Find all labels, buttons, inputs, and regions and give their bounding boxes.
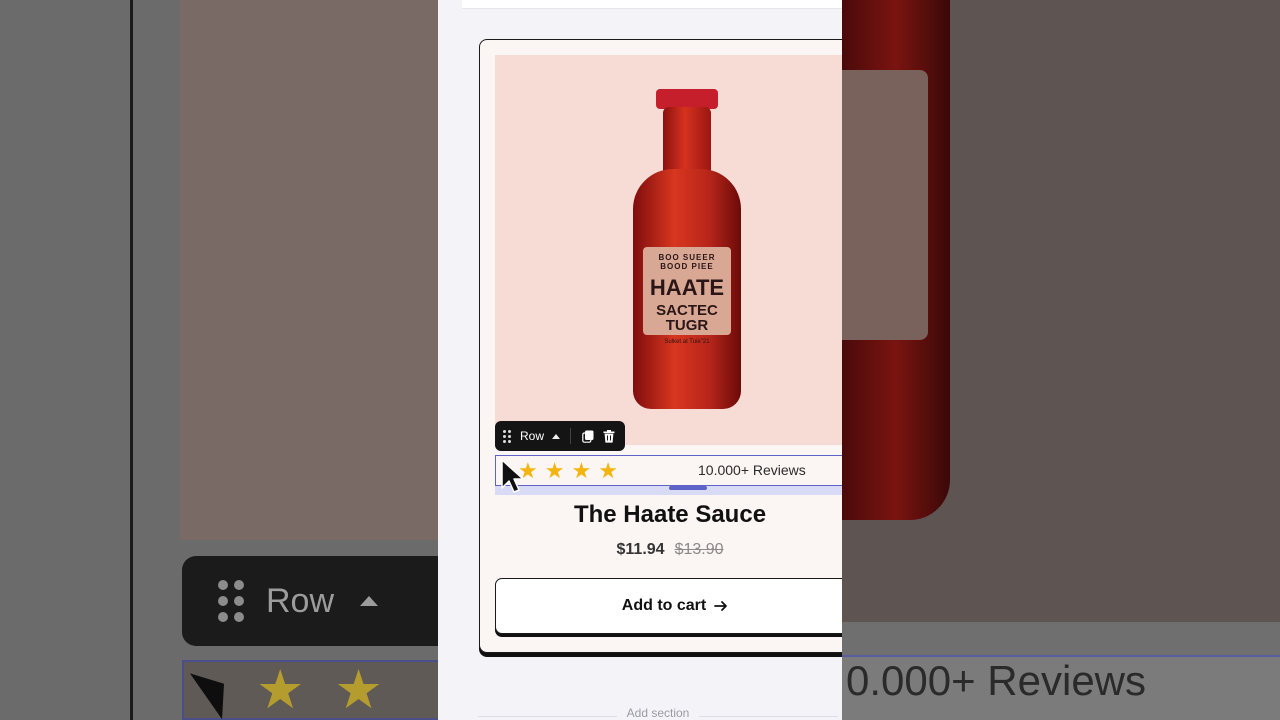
backdrop-star-icon: ★ [334, 660, 383, 720]
compare-at-price: $13.90 [674, 541, 724, 558]
backdrop-toolbar: Row [182, 556, 438, 646]
backdrop-rail [130, 0, 133, 720]
add-to-cart-button[interactable]: Add to cart [495, 578, 842, 634]
backdrop-toolbar-label: Row [266, 581, 335, 620]
row-toolbar[interactable]: Row [495, 421, 625, 451]
product-card[interactable]: BOO SUEER BOOD PIEE HAATE SACTEC TUGR Su… [479, 39, 842, 653]
star-icon: ★ [571, 457, 592, 483]
mouse-cursor-icon [501, 459, 524, 493]
bottle-label-line2: HAATE [649, 275, 725, 300]
previous-section-edge [462, 0, 842, 9]
backdrop-right: 0.000+ Reviews [842, 0, 1280, 720]
price-row: $11.94 $13.90 [495, 541, 842, 559]
star-rating: ★ ★ ★ ★ [518, 457, 618, 483]
add-section-button[interactable]: Add section [478, 706, 838, 720]
backdrop-reviews-text: 0.000+ Reviews [842, 655, 1280, 720]
add-to-cart-label: Add to cart [621, 597, 707, 614]
editor-canvas: BOO SUEER BOOD PIEE HAATE SACTEC TUGR Su… [438, 0, 842, 720]
bottle-label-line4: Sulket at Tuie"21 [664, 339, 710, 345]
product-title[interactable]: The Haate Sauce [495, 501, 842, 529]
drag-handle-icon[interactable] [503, 429, 511, 443]
bottle-neck [663, 107, 711, 177]
backdrop-star-icon: ★ [256, 660, 305, 720]
star-icon: ★ [544, 457, 565, 483]
row-resize-bar[interactable] [495, 486, 842, 495]
backdrop-left: Row ★ ★ [0, 0, 438, 720]
backdrop-drag-icon [218, 580, 244, 622]
caret-up-icon[interactable] [552, 433, 561, 439]
reviews-count: 10.000+ Reviews [698, 462, 806, 478]
row-resize-handle[interactable] [669, 486, 707, 490]
row-type-label[interactable]: Row [520, 429, 544, 443]
bottle-label: BOO SUEER BOOD PIEE HAATE SACTEC TUGR Su… [643, 247, 731, 345]
add-section-label: Add section [616, 706, 700, 720]
toolbar-divider [570, 428, 571, 444]
bottle-label-line3: SACTEC TUGR [656, 302, 718, 334]
product-image[interactable]: BOO SUEER BOOD PIEE HAATE SACTEC TUGR Su… [495, 55, 842, 445]
backdrop-panel [180, 0, 438, 540]
duplicate-icon[interactable] [581, 428, 596, 444]
backdrop-rating-row: ★ ★ [182, 660, 438, 720]
product-price: $11.94 [616, 541, 665, 558]
editor-stage: Row ★ ★ 0.000+ Reviews BOO SUEER BOOD PI… [0, 0, 1280, 720]
trash-icon[interactable] [602, 428, 617, 444]
rating-row[interactable]: ★ ★ ★ ★ 10.000+ Reviews [495, 455, 842, 486]
sauce-bottle-image: BOO SUEER BOOD PIEE HAATE SACTEC TUGR Su… [633, 89, 743, 411]
bottle-cap [656, 89, 718, 109]
arrow-right-icon [714, 601, 728, 611]
backdrop-caret-icon [360, 596, 379, 606]
backdrop-bottle-label [842, 70, 928, 340]
star-icon: ★ [598, 457, 618, 483]
backdrop-cursor-icon [189, 660, 241, 720]
bottle-label-line1: BOO SUEER BOOD PIEE [658, 253, 716, 271]
